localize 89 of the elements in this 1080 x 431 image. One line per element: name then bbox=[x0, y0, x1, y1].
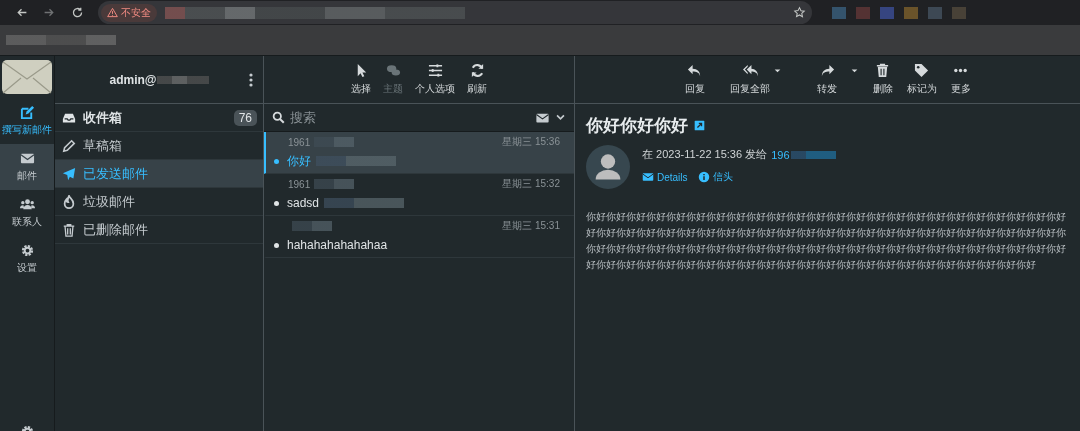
trash-icon bbox=[62, 222, 76, 237]
compose-icon bbox=[19, 105, 35, 120]
toolbar-button[interactable]: 个人选项 bbox=[415, 63, 455, 96]
search-icon bbox=[272, 111, 285, 124]
redacted-text bbox=[790, 150, 836, 159]
extension-icon[interactable] bbox=[928, 6, 942, 19]
nav-item[interactable]: 邮件 bbox=[0, 144, 54, 190]
body-text-line: 你好你好你好你好你好你好你好你好你好你好你好你好你好你好你好你好你好你好你好你好你好你好你好你好 bbox=[586, 210, 1066, 224]
body-text-line: 好你好你好你好你好你好你好你好你好你好你好你好你好你好你好你好你好你好你好你好你好你好你好 bbox=[586, 258, 1036, 272]
unread-dot bbox=[274, 200, 279, 206]
popout-icon bbox=[694, 120, 705, 131]
extension-icon[interactable] bbox=[904, 6, 918, 19]
unread-dot bbox=[274, 158, 279, 164]
security-chip[interactable]: 不安全 bbox=[101, 3, 157, 22]
header-link[interactable]: Details bbox=[642, 170, 688, 184]
envelope-icon bbox=[642, 171, 654, 183]
message-row[interactable]: 星期三 15:31 hahahahahahahaa bbox=[264, 216, 574, 258]
extension-icon[interactable] bbox=[952, 6, 966, 19]
folder-item[interactable]: 已删除邮件 bbox=[55, 216, 263, 244]
folder-item[interactable]: 收件箱 76 bbox=[55, 104, 263, 132]
toolbar-button[interactable]: 转发 bbox=[795, 63, 859, 96]
sliders-icon bbox=[427, 63, 443, 78]
nav-item[interactable]: 设置 bbox=[0, 236, 54, 282]
chevron-icon bbox=[555, 112, 566, 123]
nav-item[interactable]: 联系人 bbox=[0, 190, 54, 236]
toolbar-button[interactable]: 刷新 bbox=[467, 63, 487, 96]
message-date: 星期三 15:31 bbox=[502, 219, 560, 233]
message-subject: 你好你好你好 bbox=[586, 115, 688, 137]
toolbar-button[interactable]: 更多 bbox=[950, 63, 971, 96]
body-text-line: 你好你好你好你好你好你好你好你好你好你好你好你好你好你好你好你好你好你好你好你好你好你好你好你好 bbox=[586, 242, 1066, 256]
toolbar-button[interactable]: 回复 bbox=[684, 63, 705, 96]
nav-item[interactable]: 撰写新邮件 bbox=[0, 98, 54, 144]
reply-icon bbox=[687, 63, 702, 78]
warning-icon bbox=[107, 7, 118, 18]
envelope-icon bbox=[19, 151, 35, 166]
message-subject: 你好 bbox=[287, 152, 311, 170]
caret-icon bbox=[849, 66, 859, 75]
message-row[interactable]: 1961 星期三 15:36 你好 bbox=[264, 132, 574, 174]
message-subject: sadsd bbox=[287, 196, 320, 210]
flame-icon bbox=[62, 194, 76, 209]
reply-all-icon bbox=[742, 63, 758, 78]
pencil-icon bbox=[62, 138, 76, 153]
reload-icon bbox=[70, 6, 84, 19]
people-icon bbox=[19, 197, 35, 212]
caret-icon bbox=[772, 66, 782, 75]
open-in-window-button[interactable] bbox=[694, 120, 705, 131]
trash-icon bbox=[875, 63, 890, 78]
message-row[interactable]: 1961 星期三 15:32 sadsd bbox=[264, 174, 574, 216]
folder-item[interactable]: 垃圾邮件 bbox=[55, 188, 263, 216]
toolbar-button[interactable]: 标记为 bbox=[906, 63, 937, 96]
sender: 1961 bbox=[288, 136, 311, 148]
options-dropdown[interactable] bbox=[555, 112, 566, 123]
info-icon bbox=[697, 171, 710, 183]
redacted-text bbox=[314, 137, 355, 147]
unread-count: 76 bbox=[233, 109, 257, 126]
extension-icon[interactable] bbox=[832, 6, 846, 19]
envelope-logo[interactable] bbox=[1, 59, 53, 95]
message-date: 星期三 15:32 bbox=[502, 177, 560, 191]
body-text-line: 好你好你好你好你好你好你好你好你好你好你好你好你好你好你好你好你好你好你好你好你好你好你好你好你 bbox=[586, 226, 1066, 240]
forward-icon bbox=[819, 63, 835, 78]
message-meta: 在 2023-11-22 15:36 发给 bbox=[642, 147, 768, 162]
redacted-text bbox=[292, 221, 332, 231]
redacted-text bbox=[314, 179, 355, 189]
forward-arrow-icon bbox=[42, 6, 56, 19]
toolbar-button[interactable]: 回复全部 bbox=[718, 63, 782, 96]
sender: 1961 bbox=[288, 178, 311, 190]
tag-icon bbox=[914, 63, 929, 78]
message-date: 星期三 15:36 bbox=[502, 135, 560, 149]
avatar-icon bbox=[586, 145, 630, 189]
paper-plane-icon bbox=[62, 166, 76, 181]
account-name: admin@ bbox=[109, 72, 157, 87]
recipient-link[interactable]: 196 bbox=[771, 148, 790, 161]
header-link[interactable]: 信头 bbox=[697, 170, 733, 184]
back-icon bbox=[14, 6, 28, 19]
search-field[interactable]: 搜索 bbox=[290, 110, 530, 125]
toolbar-button[interactable]: 选择 bbox=[351, 63, 371, 96]
toolbar-button[interactable]: 删除 bbox=[872, 63, 893, 96]
unread-dot bbox=[274, 242, 279, 248]
speech-bubbles-icon bbox=[385, 63, 401, 78]
address-bar[interactable]: 不安全 bbox=[98, 1, 812, 24]
refresh-icon bbox=[469, 63, 485, 78]
star-icon bbox=[793, 6, 806, 19]
settings-icon bbox=[19, 243, 35, 258]
extension-icon[interactable] bbox=[856, 6, 870, 19]
redacted-text bbox=[156, 75, 209, 84]
message-subject: hahahahahahahaa bbox=[287, 238, 388, 252]
security-label: 不安全 bbox=[121, 5, 151, 20]
folder-item[interactable]: 已发送邮件 bbox=[55, 160, 263, 188]
extension-icon[interactable] bbox=[880, 6, 894, 19]
